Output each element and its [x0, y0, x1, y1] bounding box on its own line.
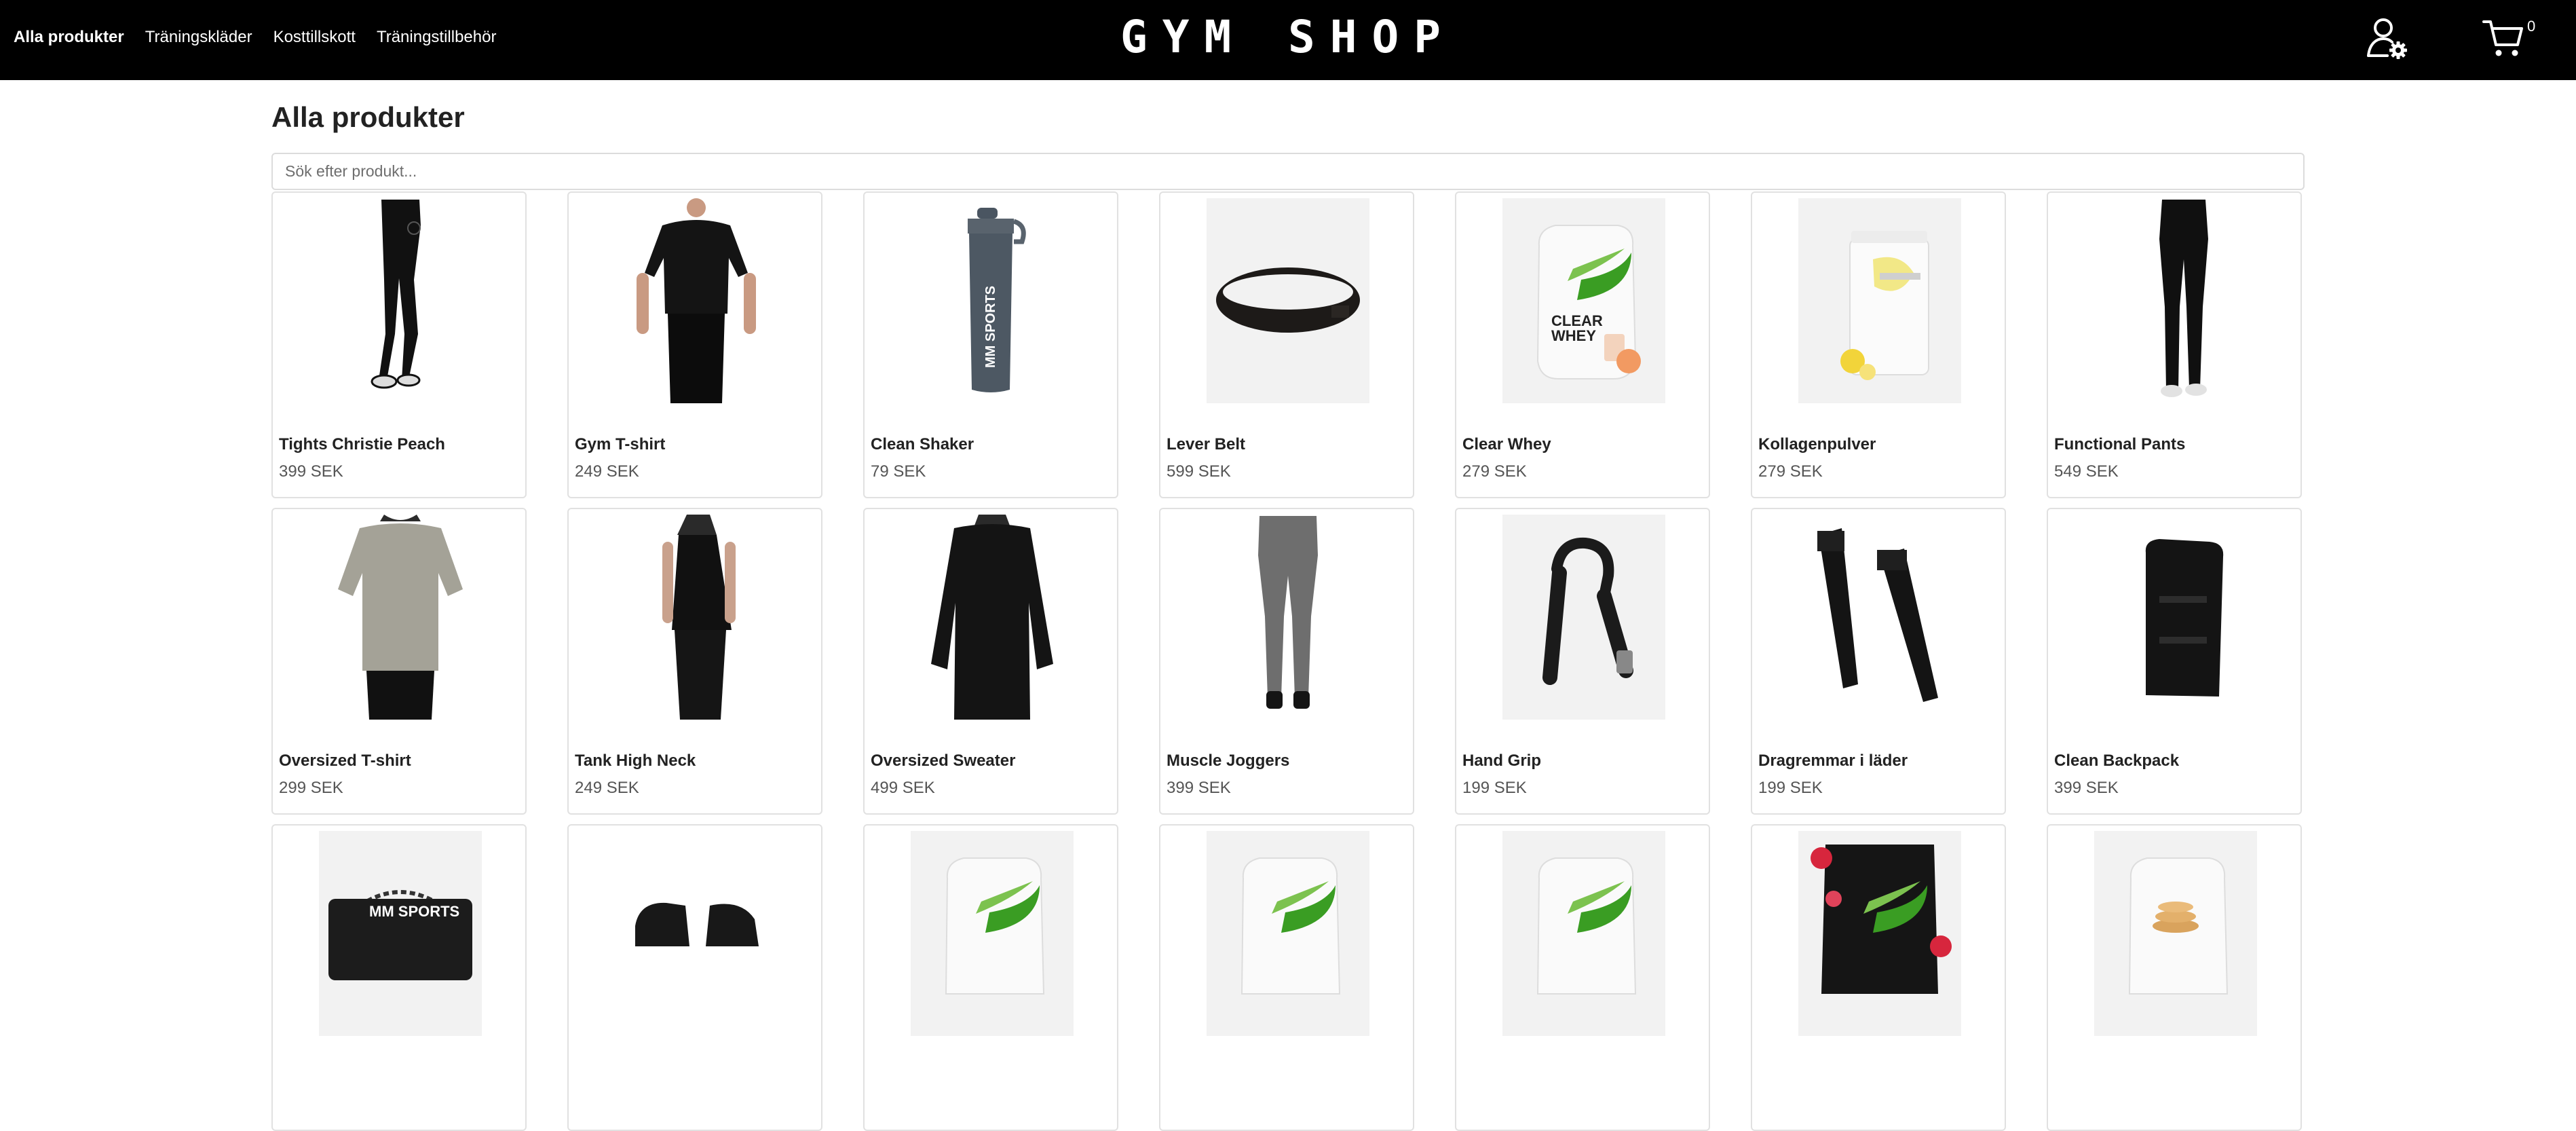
product-price: 549 SEK [2054, 462, 2119, 481]
user-settings-icon [2367, 18, 2407, 59]
product-price: 199 SEK [1758, 779, 1823, 797]
product-card[interactable]: Oversized T-shirt 299 SEK [271, 508, 527, 815]
product-card[interactable]: Hand Grip 199 SEK [1455, 508, 1710, 815]
nav-link-all-products[interactable]: Alla produkter [14, 28, 124, 47]
product-name: Clear Whey [1462, 435, 1551, 453]
product-image: CLEAR WHEY [1502, 198, 1665, 403]
product-price: 399 SEK [1167, 779, 1231, 797]
top-navigation-bar: Alla produkter Träningskläder Kosttillsk… [0, 0, 2576, 80]
product-name: Dragremmar i läder [1758, 752, 1908, 770]
product-image [615, 831, 778, 1036]
product-card[interactable]: Tank High Neck 249 SEK [567, 508, 822, 815]
page-title: Alla produkter [271, 101, 465, 133]
product-image [1798, 831, 1961, 1036]
product-name: Tights Christie Peach [279, 435, 445, 453]
product-price: 499 SEK [871, 779, 935, 797]
svg-text:WHEY: WHEY [1551, 327, 1596, 344]
product-price: 399 SEK [2054, 779, 2119, 797]
product-image [1798, 515, 1961, 720]
product-name: Muscle Joggers [1167, 752, 1290, 770]
product-image [911, 515, 1074, 720]
product-name: Gym T-shirt [575, 435, 666, 453]
product-image [319, 515, 482, 720]
product-price: 79 SEK [871, 462, 926, 481]
product-image [2094, 198, 2257, 403]
product-image [1207, 198, 1369, 403]
product-card[interactable]: Tights Christie Peach 399 SEK [271, 191, 527, 498]
product-card[interactable] [1159, 824, 1414, 1131]
product-name: Kollagenpulver [1758, 435, 1876, 453]
product-name: Oversized Sweater [871, 752, 1016, 770]
product-price: 299 SEK [279, 779, 343, 797]
product-image [615, 515, 778, 720]
product-card[interactable] [2047, 824, 2302, 1131]
product-name: Lever Belt [1167, 435, 1246, 453]
product-image [615, 198, 778, 403]
svg-text:MM SPORTS: MM SPORTS [983, 286, 998, 368]
product-name: Clean Shaker [871, 435, 974, 453]
shopping-cart-button[interactable] [2481, 16, 2524, 60]
product-card[interactable]: Dragremmar i läder 199 SEK [1751, 508, 2006, 815]
product-card[interactable]: Kollagenpulver 279 SEK [1751, 191, 2006, 498]
product-card[interactable] [567, 824, 822, 1131]
product-image [1502, 831, 1665, 1036]
product-listing: Alla produkter Tights Christie Peach 399… [271, 80, 2305, 1131]
product-price: 199 SEK [1462, 779, 1527, 797]
svg-text:MM SPORTS: MM SPORTS [369, 903, 459, 920]
product-price: 249 SEK [575, 779, 639, 797]
user-settings-button[interactable] [2366, 16, 2409, 60]
product-card[interactable] [863, 824, 1118, 1131]
product-image [2094, 831, 2257, 1036]
product-name: Clean Backpack [2054, 752, 2180, 770]
product-name: Tank High Neck [575, 752, 696, 770]
product-image: MM SPORTS [911, 198, 1074, 403]
product-card[interactable]: Gym T-shirt 249 SEK [567, 191, 822, 498]
product-name: Functional Pants [2054, 435, 2186, 453]
nav-link-supplements[interactable]: Kosttillskott [273, 28, 356, 47]
product-price: 249 SEK [575, 462, 639, 481]
product-card[interactable]: CLEAR WHEY Clear Whey 279 SEK [1455, 191, 1710, 498]
product-price: 279 SEK [1758, 462, 1823, 481]
product-name: Oversized T-shirt [279, 752, 411, 770]
search-input[interactable] [271, 153, 2305, 190]
brand-logo[interactable]: GYM SHOP [1120, 11, 1456, 63]
product-price: 279 SEK [1462, 462, 1527, 481]
product-card[interactable]: Functional Pants 549 SEK [2047, 191, 2302, 498]
product-price: 399 SEK [279, 462, 343, 481]
product-image [1207, 831, 1369, 1036]
nav-link-training-clothes[interactable]: Träningskläder [145, 28, 252, 47]
product-card[interactable] [1751, 824, 2006, 1131]
cart-count-badge: 0 [2527, 18, 2536, 35]
product-image [1207, 515, 1369, 720]
product-image [911, 831, 1074, 1036]
nav-link-training-accessories[interactable]: Träningstillbehör [377, 28, 497, 47]
product-image [2094, 515, 2257, 720]
category-nav: Alla produkter Träningskläder Kosttillsk… [14, 0, 496, 75]
product-card[interactable]: Oversized Sweater 499 SEK [863, 508, 1118, 815]
shopping-cart-icon [2482, 20, 2523, 56]
product-price: 599 SEK [1167, 462, 1231, 481]
product-card[interactable] [1455, 824, 1710, 1131]
product-card[interactable]: MM SPORTS [271, 824, 527, 1131]
product-card[interactable]: Muscle Joggers 399 SEK [1159, 508, 1414, 815]
product-image [1502, 515, 1665, 720]
product-card[interactable]: Lever Belt 599 SEK [1159, 191, 1414, 498]
product-name: Hand Grip [1462, 752, 1542, 770]
product-image [319, 198, 482, 403]
product-image: MM SPORTS [319, 831, 482, 1036]
product-card[interactable]: MM SPORTS Clean Shaker 79 SEK [863, 191, 1118, 498]
product-image [1798, 198, 1961, 403]
product-card[interactable]: Clean Backpack 399 SEK [2047, 508, 2302, 815]
